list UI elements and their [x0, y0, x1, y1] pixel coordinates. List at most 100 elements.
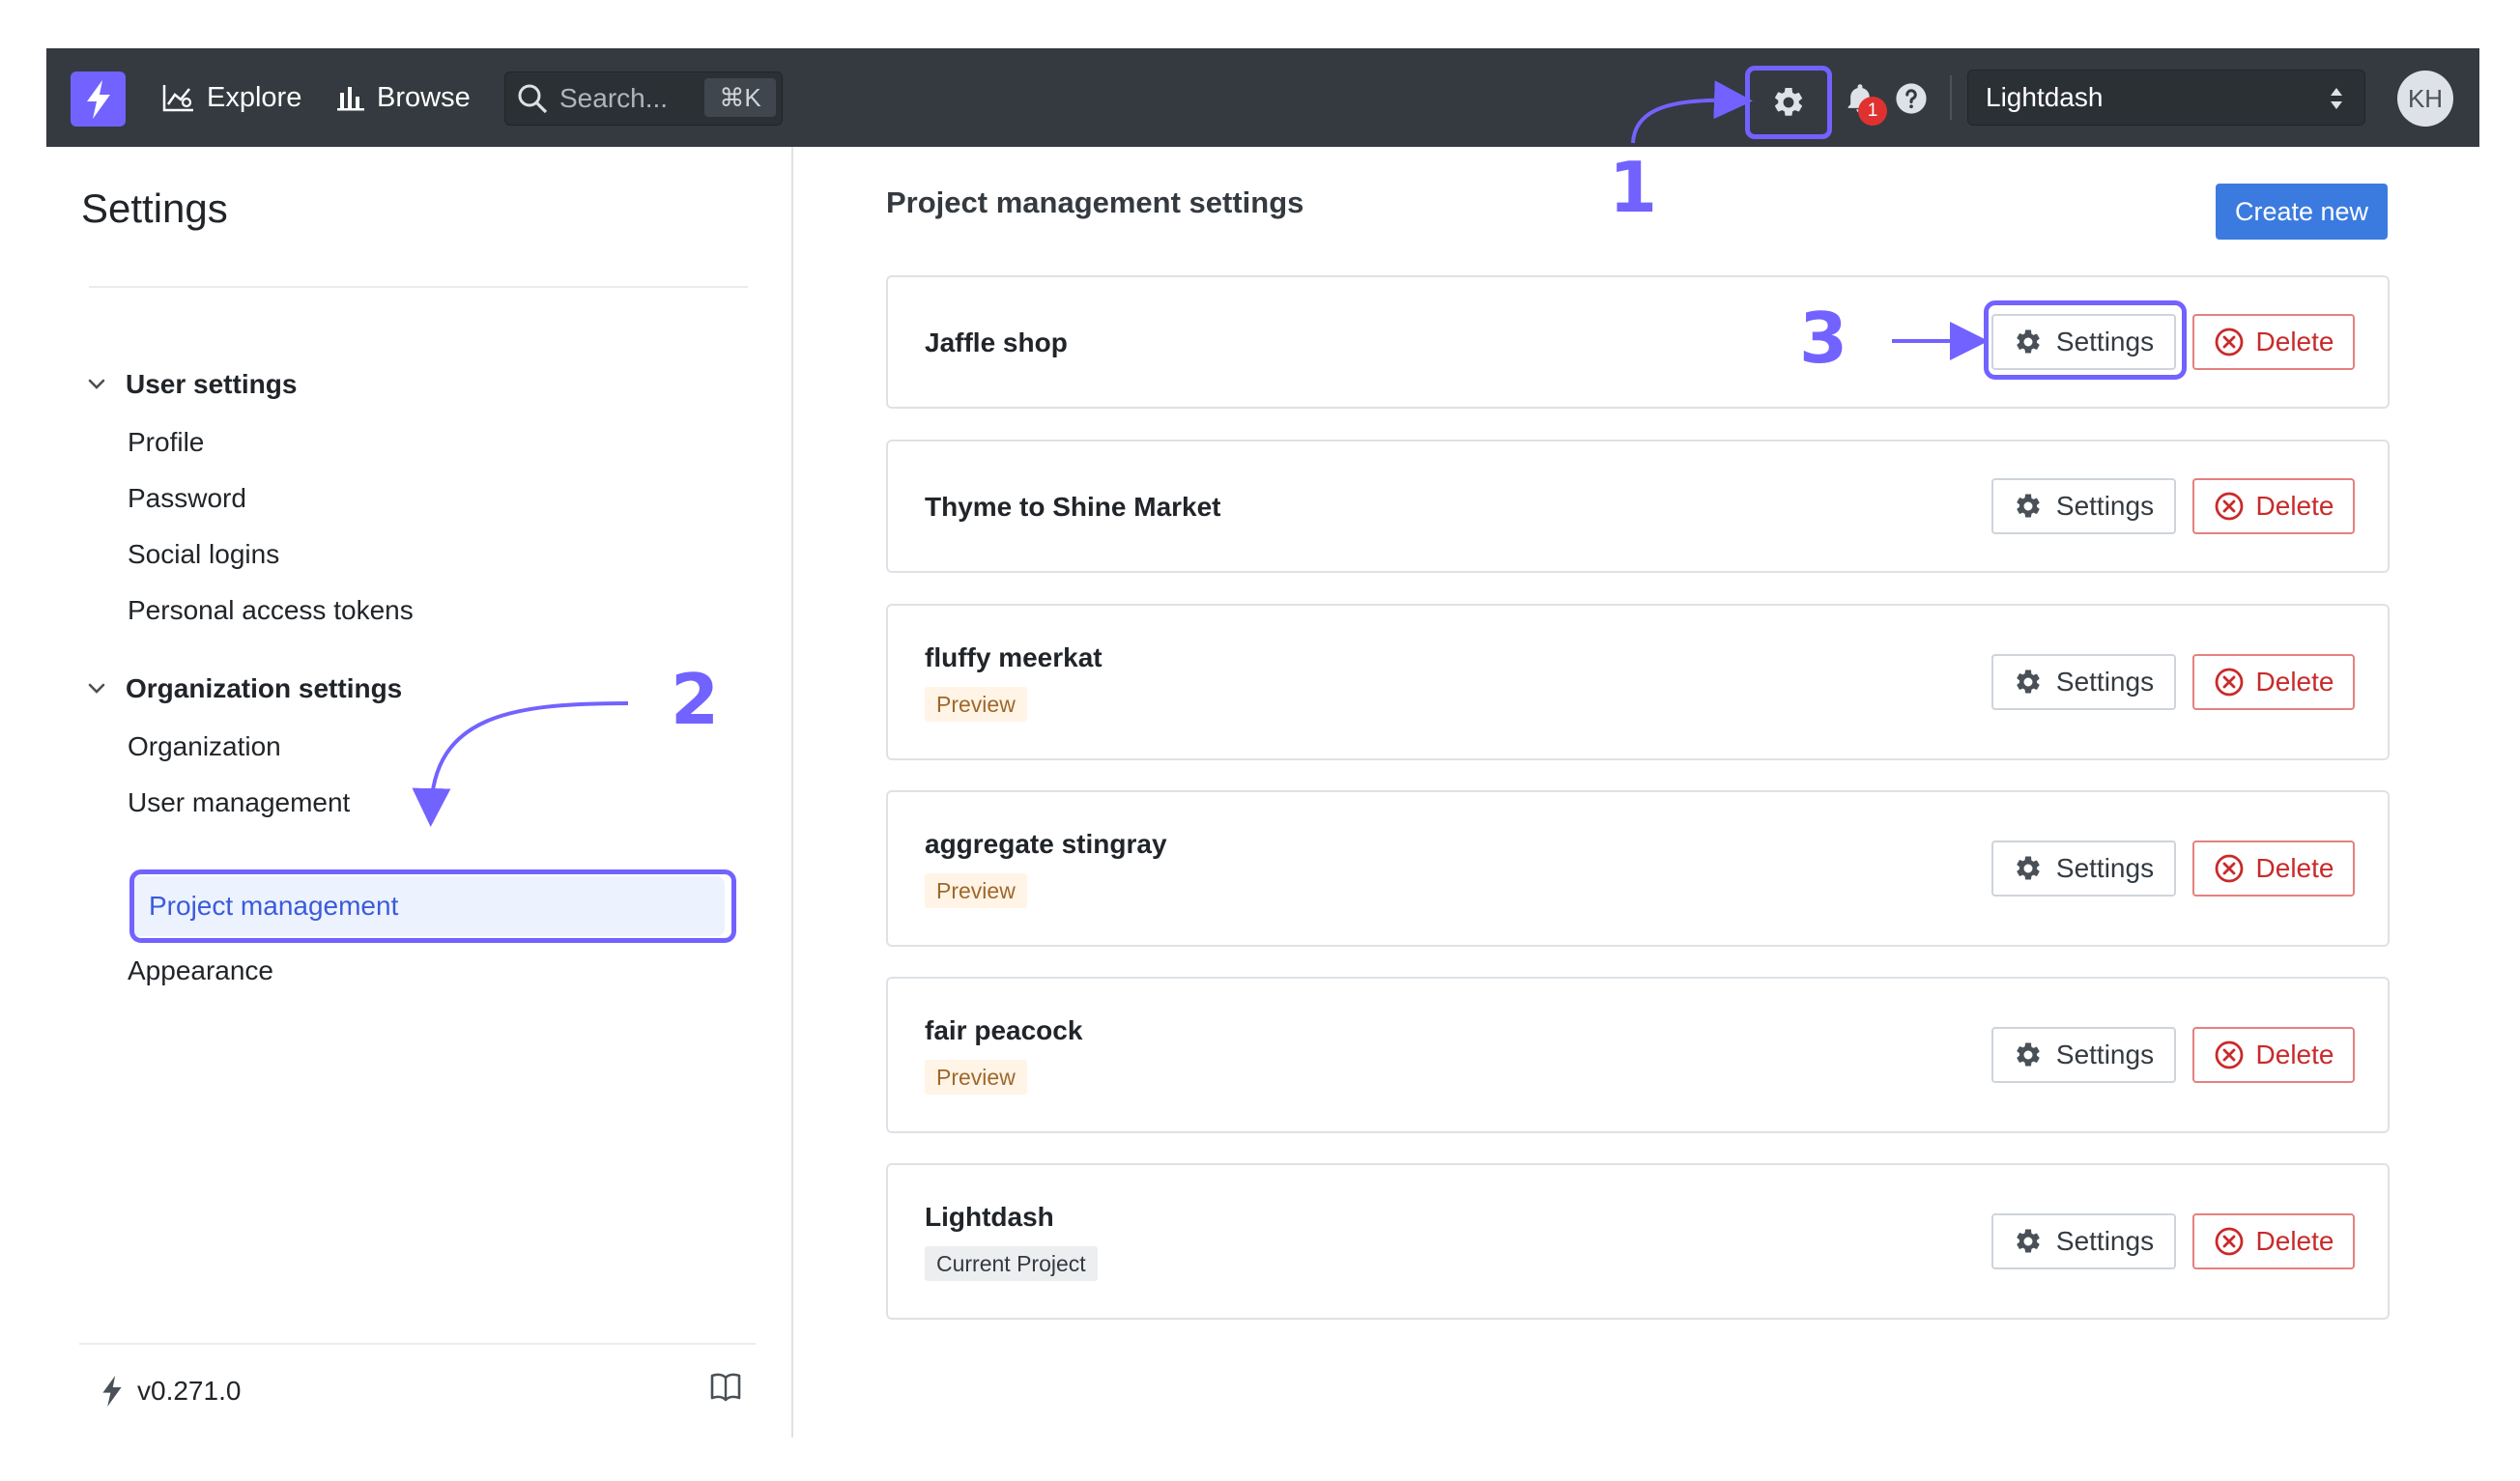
gear-icon: [2017, 1229, 2040, 1253]
nav-browse-label: Browse: [377, 81, 471, 113]
project-select[interactable]: Lightdash: [1967, 70, 2365, 126]
project-card: fluffy meerkat Preview Settings Delete: [886, 604, 2390, 760]
annotation-step-3: 3: [1799, 298, 1848, 379]
gear-icon: [2017, 856, 2040, 880]
user-avatar[interactable]: KH: [2397, 71, 2453, 127]
delete-button-label: Delete: [2255, 667, 2334, 697]
project-settings-button[interactable]: Settings: [1991, 1213, 2176, 1269]
delete-button-label: Delete: [2255, 491, 2334, 521]
explore-chart-icon: [162, 85, 193, 112]
circle-x-icon: [2215, 668, 2243, 697]
settings-button-label: Settings: [2055, 491, 2155, 521]
current-project-badge: Current Project: [925, 1246, 1098, 1281]
search-input[interactable]: Search... ⌘K: [504, 71, 783, 126]
project-name: Jaffle shop: [925, 328, 1068, 357]
group-label: User settings: [126, 369, 298, 399]
settings-sidebar: Settings User settings Profile Password …: [46, 147, 793, 1438]
app-window: Explore Browse Search... ⌘K 1 Lightdash …: [46, 48, 2479, 1438]
sidebar-item-personal-access-tokens[interactable]: Personal access tokens: [128, 595, 414, 626]
settings-button-label: Settings: [2055, 667, 2155, 697]
delete-button-label: Delete: [2255, 853, 2334, 883]
settings-button-label: Settings: [2055, 1226, 2155, 1256]
gear-icon: [2017, 494, 2040, 518]
annotation-step-2: 2: [671, 659, 720, 740]
lightning-logo-icon[interactable]: [71, 71, 126, 127]
book-icon[interactable]: [709, 1372, 742, 1408]
project-name: aggregate stingray: [925, 829, 1167, 859]
project-card: Lightdash Current Project Settings Delet…: [886, 1163, 2390, 1320]
project-delete-button[interactable]: Delete: [2192, 1213, 2355, 1269]
sidebar-item-password[interactable]: Password: [128, 483, 246, 514]
settings-button-label: Settings: [2055, 853, 2155, 883]
annotation-step-1: 1: [1609, 147, 1658, 228]
project-card: fair peacock Preview Settings Delete: [886, 977, 2390, 1133]
help-button[interactable]: [1890, 77, 1933, 120]
chevron-down-icon: [88, 379, 105, 389]
select-caret-icon: [2331, 88, 2342, 109]
project-delete-button[interactable]: Delete: [2192, 478, 2355, 534]
create-new-button[interactable]: Create new: [2216, 184, 2388, 240]
project-settings-button[interactable]: Settings: [1991, 1027, 2176, 1083]
notifications-button[interactable]: 1: [1839, 77, 1887, 126]
delete-button-label: Delete: [2255, 1226, 2334, 1256]
preview-badge: Preview: [925, 687, 1027, 722]
bar-chart-icon: [337, 87, 364, 111]
chevron-down-icon: [88, 683, 105, 694]
sidebar-item-appearance[interactable]: Appearance: [128, 955, 273, 986]
project-name: Lightdash: [925, 1202, 1054, 1232]
sidebar-title: Settings: [81, 185, 228, 231]
group-user-settings[interactable]: User settings: [85, 369, 297, 400]
sidebar-item-project-management[interactable]: Project management: [131, 876, 725, 936]
preview-badge: Preview: [925, 1060, 1027, 1095]
sidebar-item-social-logins[interactable]: Social logins: [128, 539, 279, 570]
search-shortcut-badge: ⌘K: [704, 78, 776, 117]
sidebar-item-profile[interactable]: Profile: [128, 427, 204, 458]
notification-count-badge: 1: [1858, 97, 1887, 126]
nav-browse[interactable]: Browse: [336, 74, 471, 121]
preview-badge: Preview: [925, 873, 1027, 908]
delete-button-label: Delete: [2255, 327, 2334, 356]
project-name: fair peacock: [925, 1015, 1083, 1045]
circle-x-icon: [2215, 492, 2243, 521]
project-settings-button[interactable]: Settings: [1991, 840, 2176, 897]
settings-gear-button[interactable]: [1745, 66, 1832, 139]
version-label: v0.271.0: [137, 1376, 242, 1406]
search-icon: [517, 83, 548, 114]
project-card: Jaffle shop Settings Delete: [886, 275, 2390, 409]
group-organization-settings[interactable]: Organization settings: [85, 673, 402, 704]
gear-icon: [2017, 1042, 2040, 1067]
delete-button-label: Delete: [2255, 1040, 2334, 1069]
search-placeholder: Search...: [559, 83, 669, 113]
circle-x-icon: [2215, 854, 2243, 883]
lightning-icon: [102, 1376, 122, 1407]
circle-x-icon: [2215, 1040, 2243, 1069]
sidebar-divider: [89, 286, 748, 288]
project-settings-button[interactable]: Settings: [1991, 314, 2176, 370]
project-card: aggregate stingray Preview Settings Dele…: [886, 790, 2390, 947]
gear-icon: [1774, 87, 1803, 116]
gear-icon: [2017, 329, 2040, 354]
settings-button-label: Settings: [2055, 327, 2155, 356]
project-card: Thyme to Shine Market Settings Delete: [886, 440, 2390, 573]
project-delete-button[interactable]: Delete: [2192, 840, 2355, 897]
nav-explore[interactable]: Explore: [162, 74, 301, 121]
top-nav: Explore Browse Search... ⌘K 1 Lightdash …: [46, 48, 2479, 147]
sidebar-item-organization[interactable]: Organization: [128, 731, 281, 762]
project-delete-button[interactable]: Delete: [2192, 1027, 2355, 1083]
project-select-value: Lightdash: [1986, 82, 2104, 112]
settings-button-label: Settings: [2055, 1040, 2155, 1069]
project-name: fluffy meerkat: [925, 642, 1102, 672]
sidebar-footer-divider: [79, 1343, 756, 1345]
circle-x-icon: [2215, 1227, 2243, 1256]
project-settings-button[interactable]: Settings: [1991, 654, 2176, 710]
project-settings-button[interactable]: Settings: [1991, 478, 2176, 534]
project-delete-button[interactable]: Delete: [2192, 314, 2355, 370]
nav-divider: [1950, 75, 1952, 120]
circle-x-icon: [2215, 328, 2243, 356]
nav-explore-label: Explore: [207, 81, 302, 113]
page-title: Project management settings: [886, 185, 1304, 219]
help-icon: [1896, 83, 1927, 114]
project-delete-button[interactable]: Delete: [2192, 654, 2355, 710]
sidebar-item-user-management[interactable]: User management: [128, 787, 350, 818]
gear-icon: [2017, 669, 2040, 694]
